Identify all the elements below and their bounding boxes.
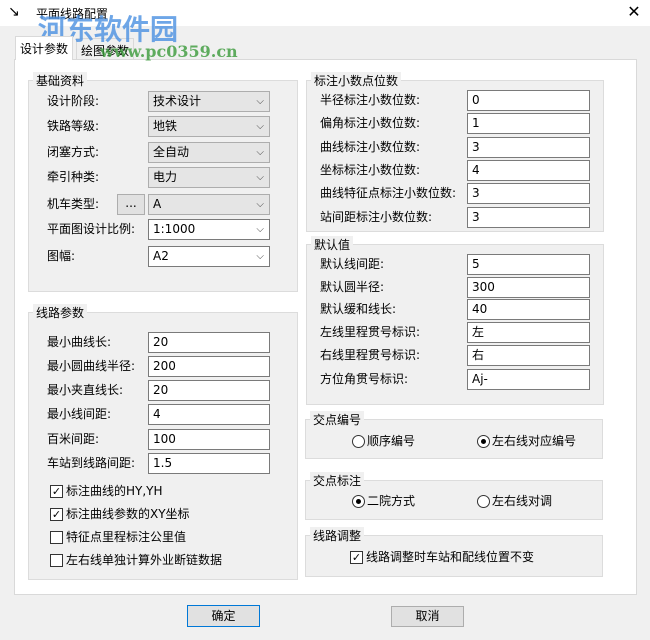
radio-label: 顺序编号 — [367, 434, 416, 448]
checkbox[interactable]: ✓ — [50, 508, 63, 521]
basic-info-group-title: 基础资料 — [33, 72, 88, 89]
text-input[interactable]: 200 — [148, 356, 270, 377]
select-value: 地铁 — [153, 119, 178, 133]
field-label: 最小圆曲线半径: — [47, 359, 136, 373]
field-label: 设计阶段: — [47, 94, 100, 108]
text-input[interactable]: 20 — [148, 332, 270, 353]
chevron-down-icon: ⌵ — [256, 172, 264, 183]
chevron-down-icon: ⌵ — [256, 147, 264, 158]
radio-label: 左右线对应编号 — [492, 434, 577, 448]
chevron-down-icon: ⌵ — [256, 224, 264, 235]
field-label: 左线里程贯号标识: — [320, 325, 421, 339]
field-label: 最小夹直线长: — [47, 383, 124, 397]
select-value: 技术设计 — [153, 94, 202, 108]
decimal-places-group-title: 标注小数点位数 — [311, 72, 402, 89]
checkbox-label: 左右线单独计算外业断链数据 — [66, 553, 223, 567]
checkbox-label: 线路调整时车站和配线位置不变 — [366, 550, 535, 564]
defaults-group-title: 默认值 — [311, 236, 354, 253]
select-value: 电力 — [153, 170, 178, 184]
radio-label: 左右线对调 — [492, 494, 553, 508]
field-label: 图幅: — [47, 249, 76, 263]
text-input[interactable]: 3 — [467, 137, 590, 158]
text-input[interactable]: 左 — [467, 322, 590, 343]
field-label: 机车类型: — [47, 197, 100, 211]
checkbox-label: 标注曲线参数的XY坐标 — [66, 507, 190, 521]
select-value: A2 — [153, 249, 169, 263]
text-input[interactable]: 40 — [467, 299, 590, 320]
text-input[interactable]: 20 — [148, 380, 270, 401]
field-label: 默认缓和线长: — [320, 302, 397, 316]
text-input[interactable]: 1.5 — [148, 453, 270, 474]
radio[interactable] — [477, 435, 490, 448]
checkbox[interactable] — [50, 554, 63, 567]
radio-label: 二院方式 — [367, 494, 416, 508]
tab-design-params[interactable]: 设计参数 — [15, 36, 74, 60]
jd_label-group-title: 交点标注 — [310, 472, 365, 489]
chevron-down-icon: ⌵ — [256, 199, 264, 210]
checkbox-label: 特征点里程标注公里值 — [66, 530, 187, 544]
field-label: 牵引种类: — [47, 170, 100, 184]
chevron-down-icon: ⌵ — [256, 251, 264, 262]
select-4[interactable]: A ⌵ — [148, 194, 270, 215]
text-input[interactable]: Aj- — [467, 369, 590, 390]
checkbox[interactable]: ✓ — [350, 551, 363, 564]
field-label: 默认线间距: — [320, 257, 385, 271]
watermark-url: www.pc0359.cn — [100, 42, 238, 61]
radio[interactable] — [477, 495, 490, 508]
field-label: 偏角标注小数位数: — [320, 116, 421, 130]
ok-button[interactable]: 确定 — [187, 605, 260, 627]
app-icon: ↘ — [8, 4, 20, 20]
field-label: 最小线间距: — [47, 407, 112, 421]
text-input[interactable]: 0 — [467, 90, 590, 111]
field-label: 曲线标注小数位数: — [320, 140, 421, 154]
field-label: 坐标标注小数位数: — [320, 163, 421, 177]
select-value: 1:1000 — [153, 222, 196, 236]
browse-locomotive-button[interactable]: ... — [117, 194, 145, 215]
text-input[interactable]: 3 — [467, 207, 590, 228]
select-3[interactable]: 电力 ⌵ — [148, 167, 270, 188]
text-input[interactable]: 3 — [467, 183, 590, 204]
field-label: 站间距标注小数位数: — [320, 210, 433, 224]
text-input[interactable]: 4 — [148, 404, 270, 425]
radio[interactable] — [352, 435, 365, 448]
line-adjust-group-title: 线路调整 — [310, 527, 365, 544]
field-label: 默认圆半径: — [320, 280, 385, 294]
field-label: 曲线特征点标注小数位数: — [320, 186, 457, 200]
checkbox-label: 标注曲线的HY,YH — [66, 484, 163, 498]
chevron-down-icon: ⌵ — [256, 96, 264, 107]
text-input[interactable]: 5 — [467, 254, 590, 275]
line-params-group-title: 线路参数 — [33, 304, 88, 321]
select-value: A — [153, 197, 162, 211]
text-input[interactable]: 1 — [467, 113, 590, 134]
field-label: 右线里程贯号标识: — [320, 348, 421, 362]
jd_number-group-title: 交点编号 — [310, 411, 365, 428]
select-2[interactable]: 全自动 ⌵ — [148, 142, 270, 163]
field-label: 半径标注小数位数: — [320, 93, 421, 107]
cancel-button[interactable]: 取消 — [391, 606, 464, 627]
field-label: 方位角贯号标识: — [320, 372, 409, 386]
select-5[interactable]: 1:1000 ⌵ — [148, 219, 270, 240]
checkbox[interactable]: ✓ — [50, 485, 63, 498]
text-input[interactable]: 4 — [467, 160, 590, 181]
select-6[interactable]: A2 ⌵ — [148, 246, 270, 267]
field-label: 最小曲线长: — [47, 335, 112, 349]
text-input[interactable]: 右 — [467, 345, 590, 366]
select-0[interactable]: 技术设计 ⌵ — [148, 91, 270, 112]
field-label: 平面图设计比例: — [47, 222, 136, 236]
chevron-down-icon: ⌵ — [256, 121, 264, 132]
field-label: 车站到线路间距: — [47, 456, 136, 470]
radio[interactable] — [352, 495, 365, 508]
close-button[interactable]: ✕ — [624, 2, 644, 22]
field-label: 百米间距: — [47, 432, 100, 446]
text-input[interactable]: 100 — [148, 429, 270, 450]
field-label: 铁路等级: — [47, 119, 100, 133]
text-input[interactable]: 300 — [467, 277, 590, 298]
checkbox[interactable] — [50, 531, 63, 544]
select-value: 全自动 — [153, 145, 190, 159]
select-1[interactable]: 地铁 ⌵ — [148, 116, 270, 137]
field-label: 闭塞方式: — [47, 145, 100, 159]
